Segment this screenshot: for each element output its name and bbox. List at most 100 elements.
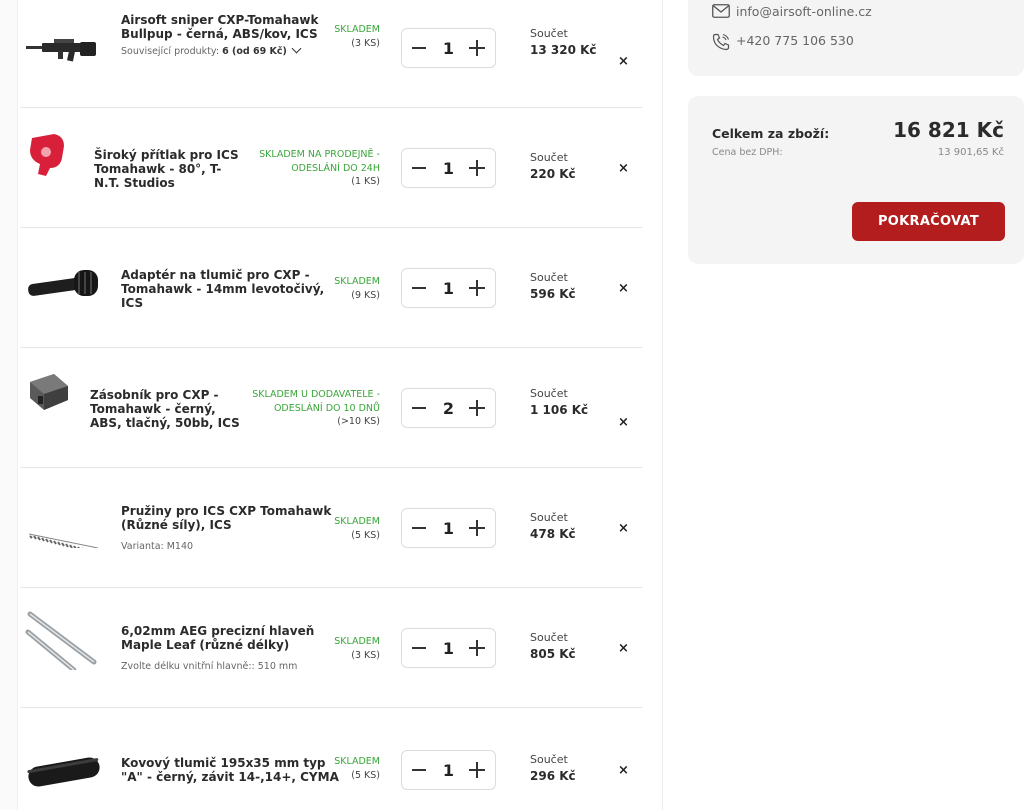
line-sum-label: Součet — [530, 387, 568, 400]
product-name[interactable]: Kovový tlumič 195x35 mm typ "A" - černý,… — [121, 756, 339, 784]
stock-line: SKLADEM — [334, 276, 380, 287]
rifle-icon — [26, 39, 96, 62]
product-name-line: Zásobník pro CXP - — [90, 388, 219, 402]
product-name-line: Kovový tlumič 195x35 mm typ — [121, 756, 326, 770]
product-name-line: Široký přítlak pro ICS — [94, 148, 239, 162]
product-name-line: Tomahawk - černý, — [90, 402, 216, 416]
line-sum-label: Součet — [530, 271, 568, 284]
magazine-icon — [30, 374, 68, 410]
increase-quantity-button[interactable] — [469, 640, 485, 656]
chevron-down-icon[interactable] — [291, 43, 302, 54]
net-price: 13 901,65 Kč — [937, 147, 1004, 158]
line-sum-value: 13 320 Kč — [530, 43, 597, 57]
envelope-icon — [712, 4, 730, 18]
variant-label: Zvolte délku vnitřní hlavně:: 510 mm — [121, 661, 298, 672]
quantity-stepper: 1 — [401, 148, 496, 188]
product-name-line: Adaptér na tlumič pro CXP - — [121, 268, 310, 282]
increase-quantity-button[interactable] — [469, 400, 485, 416]
product-name-line: Pružiny pro ICS CXP Tomahawk — [121, 504, 332, 518]
stock-quantity: (5 KS) — [351, 529, 380, 541]
product-name[interactable]: Pružiny pro ICS CXP Tomahawk (Různé síly… — [121, 504, 331, 532]
cart-row: Airsoft sniper CXP-Tomahawk Bullpup - če… — [20, 0, 642, 108]
remove-item-button[interactable]: × — [618, 416, 629, 429]
product-name-line: Maple Leaf (různé délky) — [121, 638, 290, 652]
product-name-line: "A" - černý, závit 14-,14+, CYMA — [121, 770, 339, 784]
contact-email-text: info@airsoft-online.cz — [736, 4, 872, 19]
product-name[interactable]: Široký přítlak pro ICS Tomahawk - 80°, T… — [94, 148, 239, 190]
cart-row: Široký přítlak pro ICS Tomahawk - 80°, T… — [20, 108, 642, 228]
line-sum-value: 596 Kč — [530, 287, 576, 301]
total-label: Celkem za zboží: — [712, 126, 830, 141]
increase-quantity-button[interactable] — [469, 520, 485, 536]
stock-line: SKLADEM — [334, 24, 380, 35]
line-sum-value: 296 Kč — [530, 769, 576, 783]
remove-item-button[interactable]: × — [618, 282, 629, 295]
contact-phone-text: +420 775 106 530 — [736, 33, 854, 48]
quantity-stepper: 1 — [401, 628, 496, 668]
stock-line: SKLADEM — [334, 756, 380, 767]
line-sum: Součet 596 Kč — [530, 270, 576, 302]
stock-status: SKLADEM (5 KS) — [334, 755, 380, 782]
remove-item-button[interactable]: × — [618, 764, 629, 777]
remove-item-button[interactable]: × — [618, 522, 629, 535]
related-products-label: Související produkty: — [121, 46, 220, 57]
product-name[interactable]: 6,02mm AEG precizní hlaveň Maple Leaf (r… — [121, 624, 314, 652]
suppressor-icon — [27, 757, 100, 787]
product-name-line: Bullpup - černá, ABS/kov, ICS — [121, 27, 318, 41]
increase-quantity-button[interactable] — [469, 280, 485, 296]
product-name-line: ICS — [121, 296, 144, 310]
stock-quantity: (5 KS) — [351, 769, 380, 781]
line-sum: Součet 478 Kč — [530, 510, 576, 542]
increase-quantity-button[interactable] — [469, 762, 485, 778]
increase-quantity-button[interactable] — [469, 160, 485, 176]
line-sum: Součet 13 320 Kč — [530, 26, 597, 58]
product-name[interactable]: Adaptér na tlumič pro CXP - Tomahawk - 1… — [121, 268, 324, 310]
cart-row: Adaptér na tlumič pro CXP - Tomahawk - 1… — [20, 228, 642, 348]
stock-status: SKLADEM U DODAVATELE - ODESLÁNÍ DO 10 DN… — [252, 388, 380, 429]
contact-phone[interactable]: +420 775 106 530 — [712, 33, 854, 51]
stock-line: SKLADEM NA PRODEJNĚ - — [259, 149, 380, 160]
quantity-stepper: 2 — [401, 388, 496, 428]
spring-icon — [28, 533, 99, 548]
stock-line: SKLADEM — [334, 516, 380, 527]
line-sum-label: Součet — [530, 151, 568, 164]
page-left-margin — [0, 0, 18, 810]
line-sum: Součet 1 106 Kč — [530, 386, 588, 418]
line-sum-label: Součet — [530, 753, 568, 766]
cart-row: Kovový tlumič 195x35 mm typ "A" - černý,… — [20, 708, 642, 810]
product-name-line: Airsoft sniper CXP-Tomahawk — [121, 13, 319, 27]
line-sum-label: Součet — [530, 27, 568, 40]
stock-quantity: (9 KS) — [351, 289, 380, 301]
quantity-stepper: 1 — [401, 750, 496, 790]
barrel-icon — [25, 611, 97, 670]
phone-icon — [712, 33, 730, 51]
contact-box: info@airsoft-online.cz +420 775 106 530 — [688, 0, 1024, 76]
stock-line: ODESLÁNÍ DO 10 DNŮ — [273, 402, 380, 414]
stock-status: SKLADEM (9 KS) — [334, 275, 380, 302]
stock-quantity: (>10 KS) — [337, 416, 380, 427]
remove-item-button[interactable]: × — [618, 55, 629, 68]
stock-status: SKLADEM (5 KS) — [334, 515, 380, 542]
stock-status: SKLADEM NA PRODEJNĚ - ODESLÁNÍ DO 24H (1… — [259, 148, 380, 189]
product-name[interactable]: Airsoft sniper CXP-Tomahawk Bullpup - če… — [121, 13, 318, 41]
stock-status: SKLADEM (3 KS) — [334, 23, 380, 50]
net-price-label: Cena bez DPH: — [712, 147, 783, 158]
contact-email[interactable]: info@airsoft-online.cz — [712, 4, 872, 19]
remove-item-button[interactable]: × — [618, 162, 629, 175]
line-sum-value: 805 Kč — [530, 647, 576, 661]
stock-quantity: (3 KS) — [351, 649, 380, 661]
remove-item-button[interactable]: × — [618, 642, 629, 655]
line-sum-value: 220 Kč — [530, 167, 576, 181]
stock-line: SKLADEM — [334, 636, 380, 647]
line-sum-label: Součet — [530, 631, 568, 644]
product-name-line: N.T. Studios — [94, 176, 175, 190]
product-name-line: ABS, tlačný, 50bb, ICS — [90, 416, 240, 430]
product-name[interactable]: Zásobník pro CXP - Tomahawk - černý, ABS… — [90, 388, 240, 430]
cart-row: Pružiny pro ICS CXP Tomahawk (Různé síly… — [20, 468, 642, 588]
continue-button[interactable]: POKRAČOVAT — [852, 202, 1005, 241]
line-sum-value: 1 106 Kč — [530, 403, 589, 417]
column-divider — [662, 0, 663, 810]
increase-quantity-button[interactable] — [469, 40, 485, 56]
related-products-value: 6 (od 69 Kč) — [222, 46, 287, 57]
related-products[interactable]: Související produkty: 6 (od 69 Kč) — [121, 43, 302, 58]
